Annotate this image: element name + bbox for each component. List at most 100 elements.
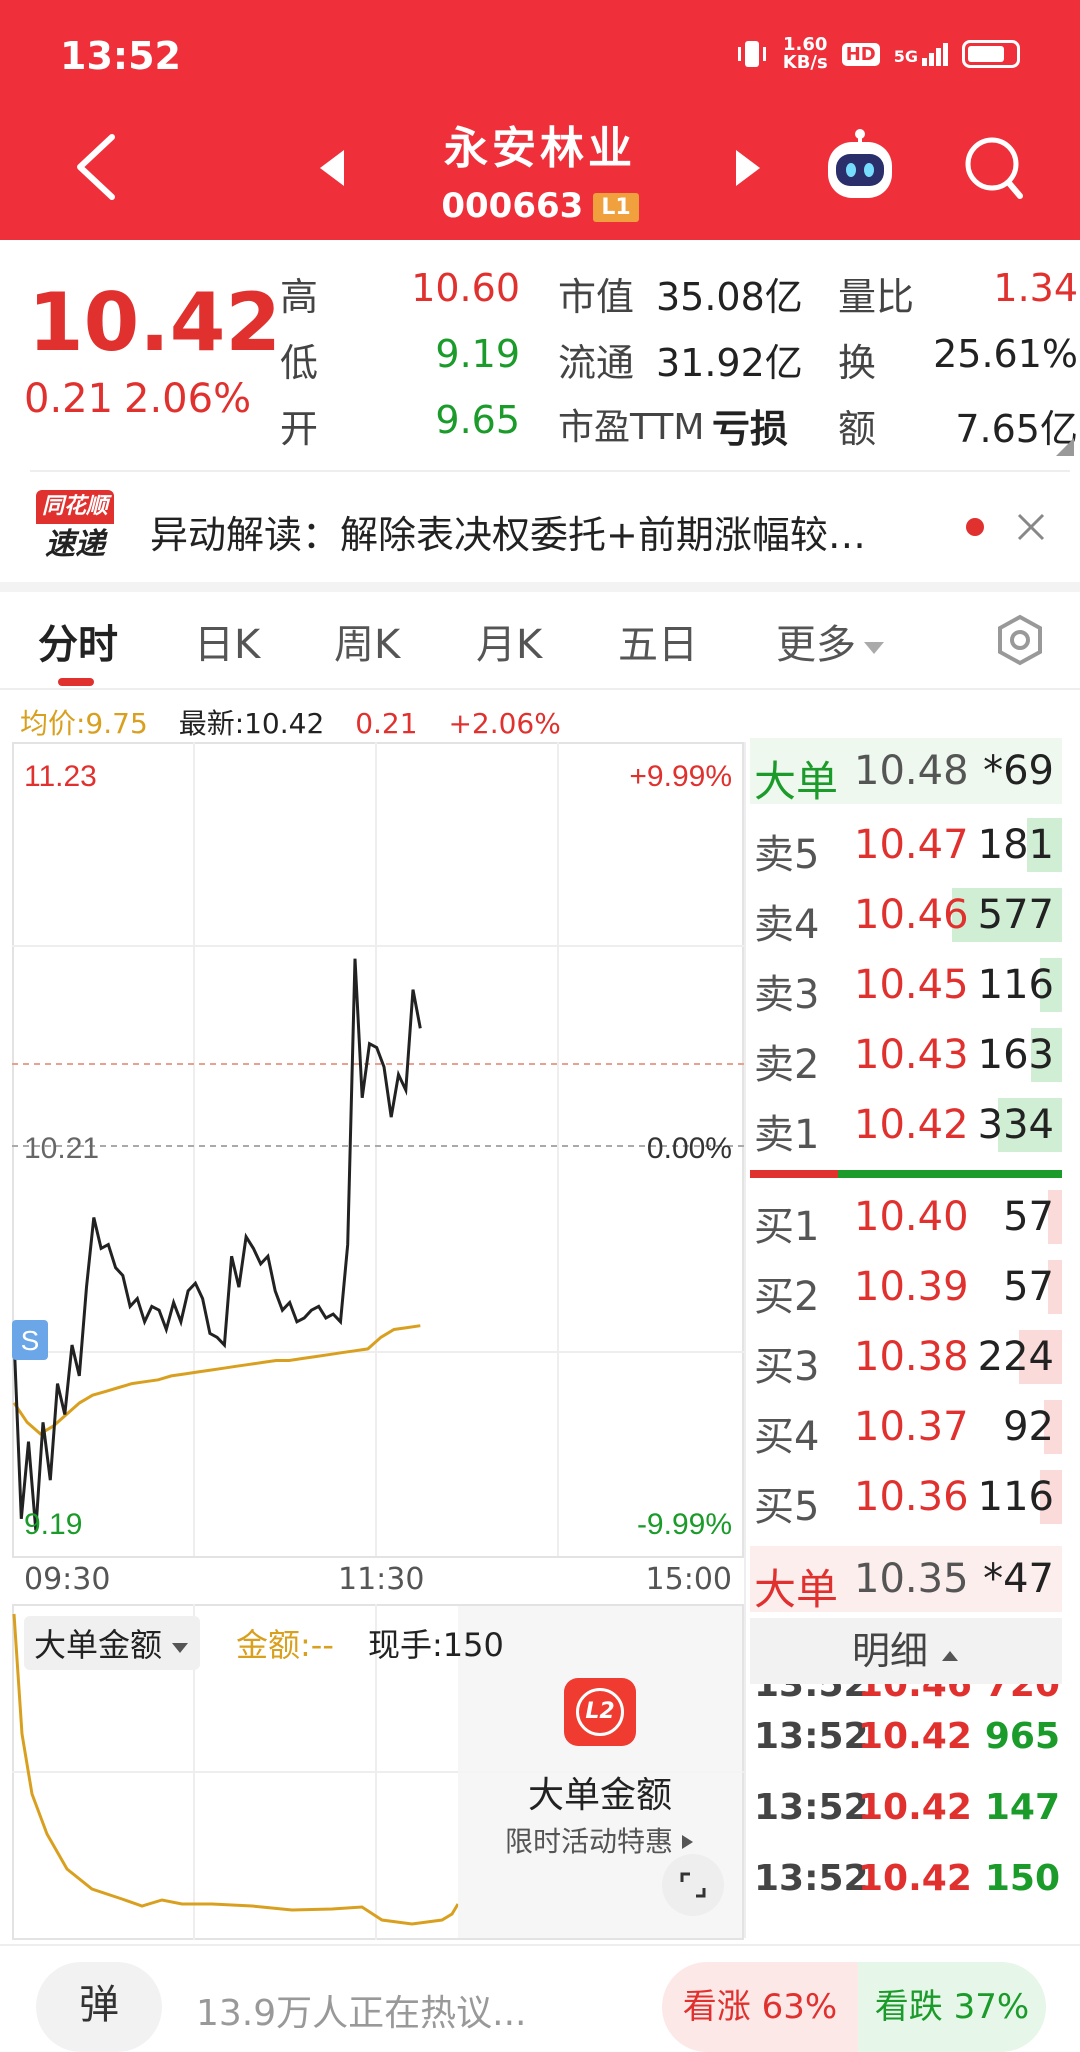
high-value: 10.60 — [411, 266, 520, 310]
time-axis: 09:30 11:30 15:00 — [12, 1562, 744, 1598]
divider — [744, 742, 746, 1938]
y-high-pct-label: +9.99% — [629, 760, 732, 793]
pe-label: 市盈TTM — [558, 407, 705, 448]
price-change: 0.21 — [24, 376, 114, 422]
tab-more[interactable]: 更多 — [776, 612, 886, 670]
detail-header[interactable]: 明细 — [750, 1618, 1062, 1684]
intraday-price-chart[interactable]: 11.23 +9.99% 10.21 0.00% 9.19 -9.99% S — [12, 742, 744, 1558]
bid-price: 10.39 — [854, 1264, 969, 1310]
low-label: 低 — [280, 341, 319, 385]
ask-volume: 181 — [977, 822, 1054, 868]
bid-row[interactable]: 买1 10.40 57 — [750, 1184, 1062, 1250]
ask-price: 10.46 — [854, 892, 969, 938]
chart-info-line: 均价:9.75 最新:10.42 0.21 +2.06% — [20, 702, 561, 742]
bid-row[interactable]: 买4 10.37 92 — [750, 1394, 1062, 1460]
battery-icon — [962, 40, 1020, 68]
net-speed: 1.60 KB/s — [782, 34, 828, 73]
bid-level-label: 买1 — [754, 1204, 820, 1250]
settings-hexagon-icon[interactable] — [994, 614, 1046, 666]
bull-vote-button[interactable]: 看涨 63% — [662, 1962, 858, 2052]
vibrate-icon — [737, 41, 766, 67]
stock-name: 永安林业 — [444, 123, 636, 174]
turnover-value: 25.61% — [933, 332, 1078, 376]
last-price: 10.42 — [28, 276, 282, 369]
bid-level-label: 买4 — [754, 1414, 820, 1460]
big-order-sell-row[interactable]: 大单 10.48 *69 — [750, 738, 1062, 806]
ask-row[interactable]: 卖2 10.43 163 — [750, 1022, 1062, 1088]
detail-time: 13:52 — [754, 1858, 869, 1899]
tab-intraday[interactable]: 分时 — [38, 612, 118, 670]
bid-level-label: 买5 — [754, 1484, 820, 1530]
ask-row[interactable]: 卖1 10.42 334 — [750, 1092, 1062, 1158]
big-order-buy-row[interactable]: 大单 10.35 *47 — [750, 1546, 1062, 1614]
detail-time: 13:52 — [754, 1787, 869, 1828]
ask-row[interactable]: 卖3 10.45 116 — [750, 952, 1062, 1018]
expand-corner-icon[interactable] — [1056, 438, 1074, 456]
detail-volume: 150 — [984, 1858, 1060, 1899]
latest-price-label: 最新:10.42 — [178, 707, 325, 740]
chart-frame — [12, 742, 744, 1558]
tab-active-indicator — [58, 678, 94, 686]
tab-daily-k[interactable]: 日K — [194, 612, 260, 670]
bid-row[interactable]: 买3 10.38 224 — [750, 1324, 1062, 1390]
big-order-buy-vol: *47 — [983, 1556, 1054, 1602]
divider — [0, 688, 1080, 690]
tab-five-day[interactable]: 五日 — [618, 612, 698, 670]
danmu-button[interactable]: 弹 — [36, 1962, 162, 2052]
hd-icon: HD — [841, 42, 880, 66]
tab-monthly-k[interactable]: 月K — [476, 612, 542, 670]
stock-code: 000663 — [441, 186, 584, 226]
next-stock-icon[interactable] — [732, 148, 762, 188]
bid-level-label: 买3 — [754, 1344, 820, 1390]
vol-ratio-value: 1.34 — [993, 266, 1078, 310]
tab-weekly-k[interactable]: 周K — [334, 612, 400, 670]
close-icon[interactable] — [1016, 512, 1046, 542]
bid-volume: 57 — [1003, 1194, 1054, 1240]
divider — [30, 470, 1070, 472]
ask-level-label: 卖1 — [754, 1112, 820, 1158]
indicator-selector[interactable]: 大单金额 — [24, 1616, 201, 1670]
price-change-pct: 2.06% — [124, 376, 252, 422]
turnover-label: 换 — [838, 341, 877, 385]
bid-volume: 224 — [977, 1334, 1054, 1380]
promo-title: 大单金额 — [527, 1775, 672, 1816]
search-icon[interactable] — [962, 134, 1026, 204]
discussion-text[interactable]: 13.9万人正在热议... — [196, 1984, 527, 2036]
l2-promo-card[interactable]: L2 大单金额 限时活动特惠 — [462, 1662, 738, 1922]
bid-row[interactable]: 买5 10.36 116 — [750, 1464, 1062, 1530]
big-order-sell-price: 10.48 — [854, 748, 969, 794]
s-marker-icon[interactable]: S — [12, 1320, 48, 1360]
ask-level-label: 卖3 — [754, 972, 820, 1018]
bid-volume: 57 — [1003, 1264, 1054, 1310]
ask-price: 10.47 — [854, 822, 969, 868]
y-mid-label: 10.21 — [24, 1132, 99, 1165]
expand-button[interactable] — [662, 1854, 724, 1916]
news-text[interactable]: 异动解读：解除表决权委托+前期涨幅较… — [150, 504, 866, 559]
high-label: 高 — [280, 275, 319, 319]
low-value: 9.19 — [435, 332, 520, 376]
indicator-hand-label: 现手:150 — [368, 1626, 504, 1664]
bid-row[interactable]: 买2 10.39 57 — [750, 1254, 1062, 1320]
bid-level-label: 买2 — [754, 1274, 820, 1320]
app-header: 13:52 1.60 KB/s HD 5G 永安林业 000663 L1 — [0, 0, 1080, 240]
chevron-down-icon — [864, 642, 884, 654]
detail-list[interactable]: 13:52 10.46 720 13:52 10.42 965 13:52 10.42 147 1… — [750, 1684, 1062, 1940]
news-bar[interactable]: 同花顺 速递 异动解读：解除表决权委托+前期涨幅较… — [0, 478, 1080, 578]
y-low-label: 9.19 — [24, 1508, 82, 1541]
ask-row[interactable]: 卖4 10.46 577 — [750, 882, 1062, 948]
status-icons: 1.60 KB/s HD 5G — [735, 36, 1020, 72]
ask-level-label: 卖4 — [754, 902, 820, 948]
open-value: 9.65 — [435, 398, 520, 442]
detail-volume: 965 — [984, 1716, 1060, 1757]
y-mid-pct-label: 0.00% — [647, 1132, 732, 1165]
bid-price: 10.36 — [854, 1474, 969, 1520]
ask-row[interactable]: 卖5 10.47 181 — [750, 812, 1062, 878]
chart-change-pct: +2.06% — [448, 707, 561, 740]
mktcap-label: 市值 — [558, 275, 635, 319]
bear-vote-button[interactable]: 看跌 37% — [858, 1962, 1046, 2052]
detail-volume: 147 — [984, 1787, 1060, 1828]
robot-assistant-icon[interactable] — [822, 128, 898, 204]
news-logo: 同花顺 速递 — [36, 490, 114, 566]
big-order-sell-vol: *69 — [983, 748, 1054, 794]
ask-volume: 334 — [977, 1102, 1054, 1148]
